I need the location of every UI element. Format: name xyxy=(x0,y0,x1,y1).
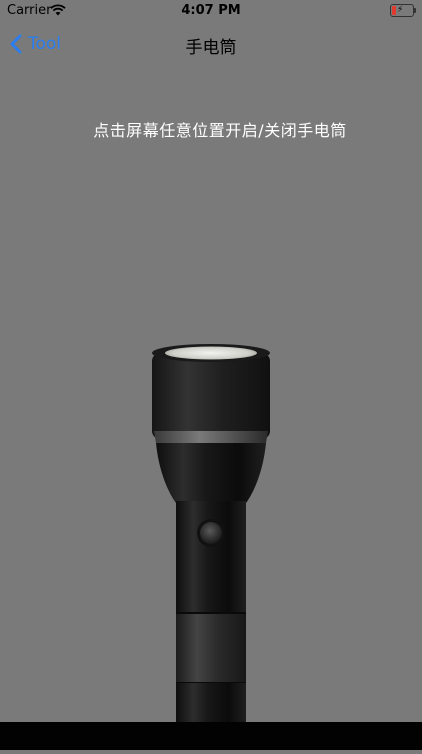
bottom-shadow-bar xyxy=(0,722,422,750)
battery-icon: ⚡ xyxy=(390,4,416,17)
lightning-bolt-icon: ⚡ xyxy=(397,5,404,15)
flashlight-icon[interactable] xyxy=(150,343,274,750)
navigation-bar: Tool 手电筒 xyxy=(0,22,422,66)
page-title: 手电筒 xyxy=(185,38,237,58)
instruction-text: 点击屏幕任意位置开启/关闭手电筒 xyxy=(93,121,347,140)
clock: 4:07 PM xyxy=(181,3,241,18)
status-bar: Carrier 4:07 PM ⚡ xyxy=(0,0,422,22)
battery-level-fill xyxy=(392,6,396,15)
